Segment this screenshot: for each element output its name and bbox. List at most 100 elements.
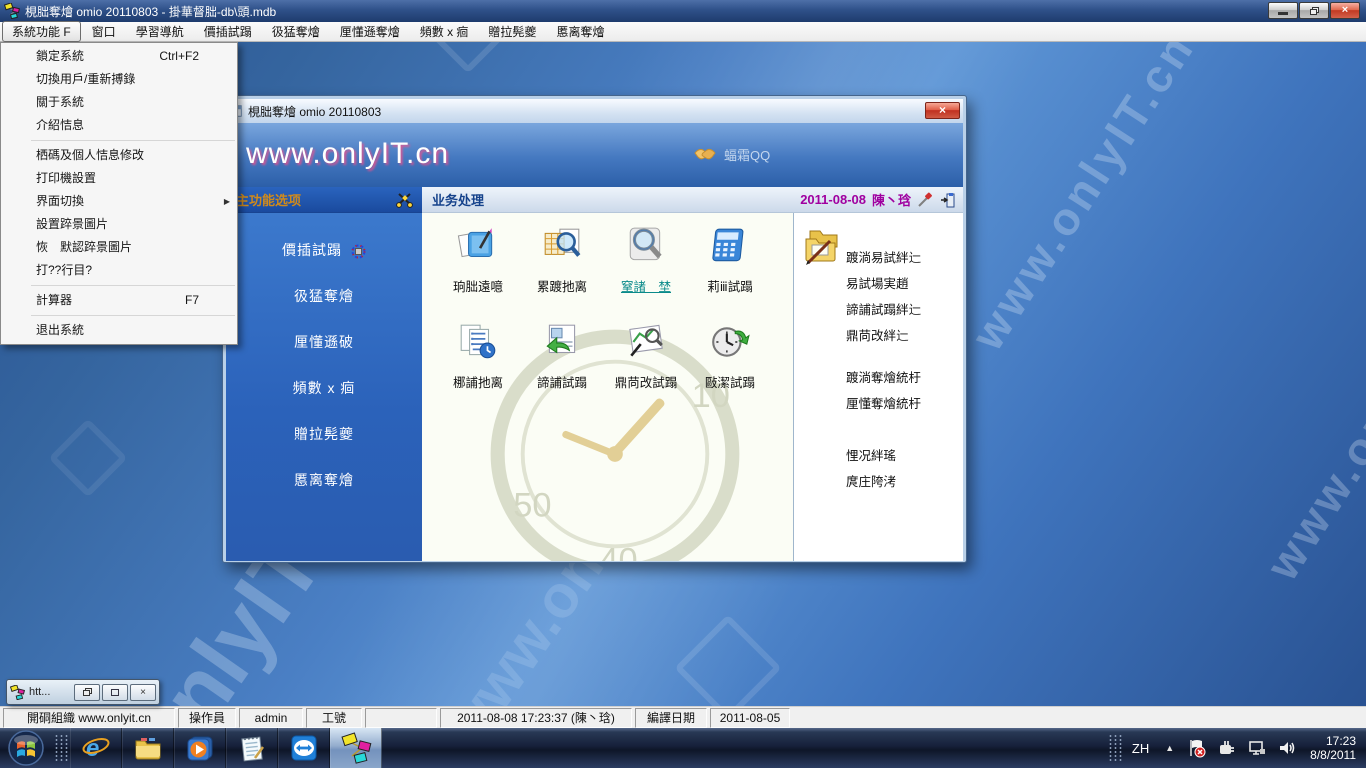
menu-item-6[interactable]: 厘懂遜奪燴: [331, 22, 409, 41]
mini-window[interactable]: htt... ×: [6, 679, 160, 705]
close-button[interactable]: ×: [925, 102, 960, 119]
grid-item-2[interactable]: 累踱扡离: [520, 225, 604, 295]
sidebar-item-4[interactable]: 頻數 x 痐: [226, 365, 422, 411]
backdrop-chevron-shape: [48, 418, 127, 497]
taskbar-item-media-player[interactable]: [174, 728, 226, 768]
sidebar-item-1[interactable]: 價插試蹋: [226, 227, 422, 273]
menu-item-4[interactable]: 價插試蹋: [195, 22, 261, 41]
grid-item-4[interactable]: 莉ⅲ試蹋: [688, 225, 772, 295]
sidebar: 主功能选项 價插試蹋 彶猛奪燴: [226, 187, 422, 561]
menu-item-9[interactable]: 慝离奪燴: [547, 22, 613, 41]
action-center-flag-icon[interactable]: [1187, 738, 1207, 758]
menu-item-intro-info[interactable]: 介紹恄息: [1, 114, 237, 137]
menu-item-printer-setup[interactable]: 打印機設置: [1, 167, 237, 190]
network-icon[interactable]: [1247, 738, 1267, 758]
app-title: 梘朏奪燴 omio 20110803 - 掛華督朏-db\頭.mdb: [25, 3, 276, 20]
hidden-icons-arrow[interactable]: ▲: [1165, 743, 1174, 753]
menu-item-7[interactable]: 頻數 x 痐: [411, 22, 478, 41]
grid-item-6[interactable]: 諦誧試蹋: [520, 321, 604, 391]
edit-tool-icon[interactable]: [917, 192, 933, 208]
main-window-titlebar[interactable]: 梘朏奪燴 omio 20110803 ×: [226, 99, 963, 123]
menu-system-functions[interactable]: 系統功能 F: [2, 21, 81, 42]
taskbar-item-notepad[interactable]: [226, 728, 278, 768]
content-header: 业务处理 2011-08-08 陳丶琀: [422, 187, 963, 213]
menu-item-5[interactable]: 彶猛奪燴: [263, 22, 329, 41]
panel-link-6[interactable]: 厘懂奪燴統杅: [846, 391, 963, 417]
panel-link-7[interactable]: 悝况絆瑤: [846, 443, 963, 469]
system-functions-dropdown: 鎖定系統 Ctrl+F2 切換用戶/重新搏錄 關于系統 介紹恄息 栖碼及個人恄息…: [0, 42, 238, 345]
minimize-icon: [1278, 12, 1288, 15]
sidebar-item-3[interactable]: 厘懂遜破: [226, 319, 422, 365]
status-organization: 開硐組織 www.onlyit.cn: [3, 708, 175, 728]
qq-contact[interactable]: 蝠霜QQ: [694, 145, 770, 164]
grid-item-8[interactable]: 敺潔試蹋: [688, 321, 772, 391]
desktop-watermark: www.onlyIT.cn: [1255, 252, 1366, 589]
handshake-icon: [694, 147, 716, 163]
taskbar-item-ie[interactable]: e: [70, 728, 122, 768]
restore-button[interactable]: [1299, 2, 1329, 19]
grid-item-1[interactable]: 珦朏遠噫: [436, 225, 520, 295]
menu-item-restore-background[interactable]: 恢 默認踤景圖片: [1, 236, 237, 259]
power-plug-icon[interactable]: [1217, 738, 1237, 758]
menu-window[interactable]: 窗口: [83, 22, 125, 41]
panel-link-3[interactable]: 諦誧試蹋絆辷: [846, 297, 963, 323]
close-button[interactable]: ×: [1330, 2, 1360, 19]
content-area: 业务处理 2011-08-08 陳丶琀: [422, 187, 963, 561]
sidebar-item-6[interactable]: 慝离奪燴: [226, 457, 422, 503]
grid-item-3[interactable]: 窒諸 埜: [604, 225, 688, 295]
notepad-icon: [237, 733, 267, 763]
main-window: 梘朏奪燴 omio 20110803 × www.onlyIT.cn 蝠霜QQ …: [222, 95, 967, 563]
folder-icon: [133, 733, 163, 763]
taskbar-item-omio-active[interactable]: [330, 728, 382, 768]
grid-item-5[interactable]: 梛誧扡离: [436, 321, 520, 391]
status-datetime: 2011-08-08 17:23:37 (陳丶琀): [440, 708, 632, 728]
menu-item-lock-system[interactable]: 鎖定系統 Ctrl+F2: [1, 45, 237, 68]
menu-separator: [31, 140, 235, 141]
restore-icon: [83, 688, 92, 696]
taskbar-item-explorer[interactable]: [122, 728, 174, 768]
panel-link-5[interactable]: 踱淌奪燴統杅: [846, 365, 963, 391]
svg-text:50: 50: [513, 487, 551, 525]
taskbar-divider-dots: [54, 734, 68, 762]
windows-start-icon: [8, 730, 44, 766]
status-operator-label: 操作員: [178, 708, 236, 728]
tray-date: 8/8/2011: [1310, 748, 1356, 762]
menu-item-8[interactable]: 贈拉髡夔: [479, 22, 545, 41]
volume-icon[interactable]: [1277, 738, 1297, 758]
menu-item-exit-system[interactable]: 退出系統: [1, 319, 237, 342]
main-window-title: 梘朏奪燴 omio 20110803: [248, 103, 381, 120]
language-indicator[interactable]: ZH: [1132, 741, 1149, 756]
menu-item-about-system[interactable]: 關于系統: [1, 91, 237, 114]
menu-item-set-background[interactable]: 設置踤景圖片: [1, 213, 237, 236]
menu-item-password-info[interactable]: 栖碼及個人恄息修改: [1, 144, 237, 167]
menu-learn-nav[interactable]: 學習導航: [127, 22, 193, 41]
sidebar-item-2[interactable]: 彶猛奪燴: [226, 273, 422, 319]
doc-edit-icon: [457, 225, 499, 267]
tray-clock[interactable]: 17:23 8/8/2011: [1310, 734, 1356, 762]
calculator-icon: [709, 225, 751, 267]
submenu-arrow-icon: ▶: [224, 190, 230, 213]
grid-item-7[interactable]: 鼎苘改試蹋: [604, 321, 688, 391]
panel-link-8[interactable]: 庹庄陓洘: [846, 469, 963, 495]
close-icon: ×: [140, 687, 146, 698]
start-button[interactable]: [0, 728, 52, 768]
restore-button[interactable]: [74, 684, 100, 701]
omio-app-icon: [340, 732, 372, 764]
maximize-button[interactable]: [102, 684, 128, 701]
taskbar-item-teamviewer[interactable]: [278, 728, 330, 768]
teamviewer-icon: [289, 733, 319, 763]
panel-link-4[interactable]: 鼎苘改絆辷: [846, 323, 963, 349]
exit-door-icon[interactable]: [939, 192, 955, 208]
menu-item-switch-user[interactable]: 切換用戶/重新搏錄: [1, 68, 237, 91]
status-compile-label: 編譯日期: [635, 708, 707, 728]
minimize-button[interactable]: [1268, 2, 1298, 19]
panel-link-2[interactable]: 易試場実趙: [846, 271, 963, 297]
menu-item-print-options[interactable]: 打??行目?: [1, 259, 237, 282]
menu-item-calculator[interactable]: 計算器 F7: [1, 289, 237, 312]
panel-link-1[interactable]: 踱淌易試絆辷: [846, 245, 963, 271]
close-button[interactable]: ×: [130, 684, 156, 701]
sidebar-header: 主功能选项: [226, 187, 422, 213]
sidebar-item-5[interactable]: 贈拉髡夔: [226, 411, 422, 457]
menu-item-ui-switch[interactable]: 界面切換 ▶: [1, 190, 237, 213]
close-icon: ×: [939, 103, 946, 117]
